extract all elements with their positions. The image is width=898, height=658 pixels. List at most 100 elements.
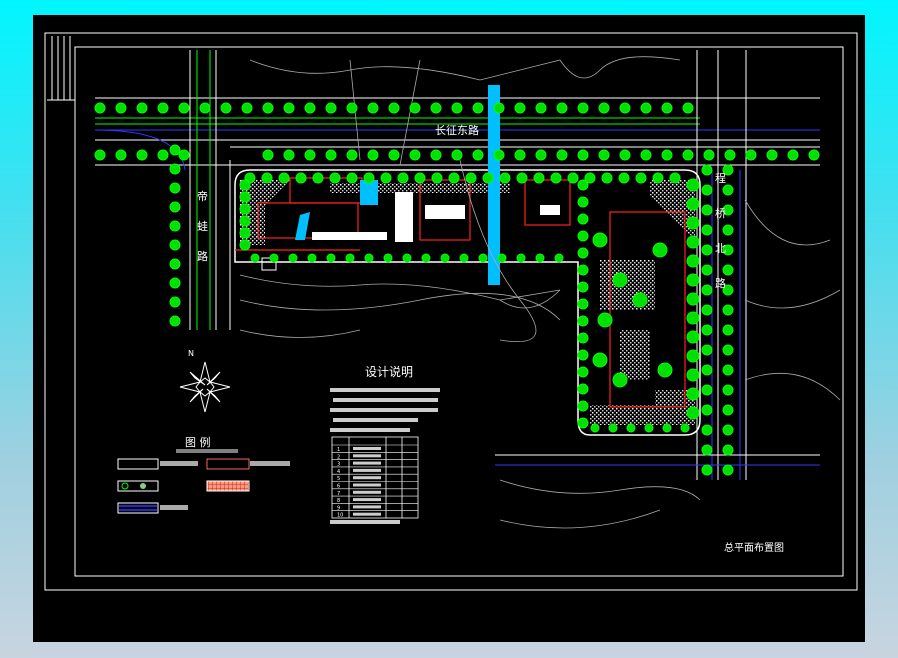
- top-road-label: 长征东路: [435, 124, 479, 137]
- tree-icon: [169, 182, 181, 194]
- cad-drawing-viewport[interactable]: 长征东路 帝 蛙 路 程 桥 北 路 N 图 例 设计说明 1 2 3 4 5 …: [33, 15, 865, 642]
- contour-lines: [239, 56, 841, 529]
- tree-icon: [136, 102, 148, 114]
- tree-icon: [577, 230, 589, 242]
- tree-icon: [388, 102, 400, 114]
- table-row-number: 10: [337, 513, 343, 519]
- tree-icon: [661, 149, 673, 161]
- tree-icon: [239, 191, 251, 203]
- tree-icon: [686, 311, 700, 325]
- tree-icon: [722, 364, 734, 376]
- tree-icon: [239, 227, 251, 239]
- tree-icon: [577, 315, 589, 327]
- tree-icon: [325, 149, 337, 161]
- legend-swatch-paving: [206, 480, 250, 492]
- tree-icon: [115, 149, 127, 161]
- tree-icon: [577, 281, 589, 293]
- tree-icon: [598, 149, 610, 161]
- tree-icon: [241, 102, 253, 114]
- tree-icon: [478, 253, 488, 263]
- tree-icon: [535, 149, 547, 161]
- tree-icon: [652, 242, 668, 258]
- tree-icon: [722, 224, 734, 236]
- tree-icon: [722, 464, 734, 476]
- tree-icon: [388, 149, 400, 161]
- tree-icon: [312, 172, 324, 184]
- tree-icon: [514, 149, 526, 161]
- tree-icon: [402, 253, 412, 263]
- tree-icon: [686, 254, 700, 268]
- tree-icon: [722, 304, 734, 316]
- tree-icon: [239, 215, 251, 227]
- tree-icon: [346, 172, 358, 184]
- tree-icon: [682, 102, 694, 114]
- tree-icon: [514, 102, 526, 114]
- tree-icon: [493, 149, 505, 161]
- tree-icon: [283, 149, 295, 161]
- tree-icon: [601, 172, 613, 184]
- tree-icon: [383, 253, 393, 263]
- tree-icon: [493, 102, 505, 114]
- tree-icon: [644, 423, 654, 433]
- north-arrow-icon: [179, 361, 231, 413]
- tree-icon: [597, 312, 613, 328]
- tree-icon: [304, 102, 316, 114]
- tree-icon: [640, 149, 652, 161]
- tree-icon: [409, 102, 421, 114]
- tree-icon: [115, 102, 127, 114]
- title-block: [47, 36, 75, 101]
- tree-icon: [325, 102, 337, 114]
- tree-icon: [169, 277, 181, 289]
- tree-icon: [701, 244, 713, 256]
- tree-icon: [346, 102, 358, 114]
- tree-icon: [178, 149, 190, 161]
- tree-icon: [686, 349, 700, 363]
- tree-icon: [701, 204, 713, 216]
- tree-icon: [239, 239, 251, 251]
- svg-text:帝: 帝: [197, 189, 208, 203]
- tree-icon: [701, 164, 713, 176]
- tree-icon: [465, 172, 477, 184]
- tree-icon: [169, 315, 181, 327]
- tree-icon: [680, 423, 690, 433]
- tree-icon: [686, 406, 700, 420]
- svg-text:路: 路: [715, 277, 726, 290]
- tree-icon: [577, 298, 589, 310]
- tree-icon: [577, 264, 589, 276]
- tree-icon: [577, 417, 589, 429]
- tree-icon: [686, 368, 700, 382]
- tree-icon: [577, 213, 589, 225]
- tree-icon: [701, 324, 713, 336]
- tree-icon: [722, 404, 734, 416]
- tree-icon: [577, 332, 589, 344]
- tree-icon: [136, 149, 148, 161]
- tree-icon: [686, 387, 700, 401]
- table-row-name-bar: [353, 461, 381, 465]
- tree-icon: [269, 253, 279, 263]
- svg-text:桥: 桥: [715, 207, 726, 220]
- tree-icon: [652, 172, 664, 184]
- legend-swatch-planned-building: [117, 458, 159, 470]
- tree-icon: [307, 253, 317, 263]
- tree-icon: [250, 253, 260, 263]
- tree-icon: [661, 102, 673, 114]
- table-row-name-bar: [353, 483, 381, 487]
- tree-icon: [499, 172, 511, 184]
- tree-icon: [682, 149, 694, 161]
- tree-icon: [304, 149, 316, 161]
- tree-icon: [169, 239, 181, 251]
- drawing-title: 总平面布置图: [724, 541, 784, 554]
- tree-icon: [414, 172, 426, 184]
- tree-symbols: [94, 102, 820, 476]
- tree-icon: [516, 253, 526, 263]
- tree-icon: [724, 149, 736, 161]
- tree-icon: [430, 102, 442, 114]
- tree-icon: [701, 464, 713, 476]
- left-road-label: 帝 蛙 路: [197, 189, 208, 263]
- tree-icon: [556, 149, 568, 161]
- tree-icon: [363, 172, 375, 184]
- tree-icon: [567, 172, 579, 184]
- table-row-name-bar: [353, 512, 381, 516]
- tree-icon: [657, 362, 673, 378]
- tree-icon: [169, 163, 181, 175]
